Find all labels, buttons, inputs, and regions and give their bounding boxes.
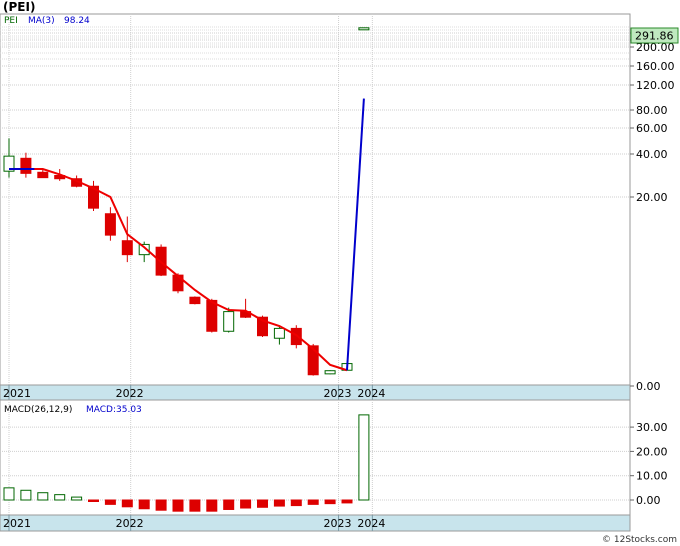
price-legend-symbol: PEI — [4, 16, 18, 26]
price-y-tick-label: 40.00 — [636, 148, 668, 161]
chart-stage: 220.00200.00160.00120.0080.0060.0040.002… — [0, 13, 679, 545]
macd-x-tick-label: 2023 — [324, 517, 352, 530]
macd-date-band — [0, 514, 631, 532]
macd-legend-value: MACD:35.03 — [86, 405, 142, 415]
price-x-tick-label: 2021 — [3, 387, 31, 400]
macd-x-tick-label: 2021 — [3, 517, 31, 530]
macd-x-tick-label: 2022 — [116, 517, 144, 530]
macd-legend-label: MACD(26,12,9) — [4, 405, 72, 415]
macd-bar — [257, 499, 268, 508]
macd-y-tick-label: 30.00 — [636, 421, 668, 434]
candle-body — [273, 327, 285, 339]
price-y-tick-label: 80.00 — [636, 104, 668, 117]
macd-bar — [172, 499, 184, 512]
macd-bar — [290, 499, 302, 507]
candle-body — [223, 311, 235, 332]
macd-panel-frame — [0, 399, 631, 532]
macd-bar — [3, 487, 15, 501]
candle-body — [104, 213, 116, 236]
price-x-tick-label: 2023 — [324, 387, 352, 400]
macd-bar — [189, 499, 201, 512]
macd-bar — [54, 494, 66, 501]
candle-body — [206, 299, 218, 332]
macd-bar — [88, 499, 99, 502]
candle-body — [290, 327, 302, 346]
price-x-tick-label: 2022 — [116, 387, 144, 400]
candle-body — [358, 27, 370, 31]
macd-bar — [358, 414, 370, 501]
macd-bar — [341, 499, 353, 504]
macd-bar — [71, 496, 83, 501]
macd-bar — [20, 489, 32, 501]
candle-body — [189, 296, 201, 305]
macd-bar — [240, 499, 252, 509]
price-y-tick-label: 0.00 — [636, 380, 661, 393]
macd-bar — [104, 499, 116, 505]
macd-bar — [324, 499, 336, 505]
candle-body — [324, 370, 336, 375]
candle-body — [121, 240, 133, 256]
macd-bar — [273, 499, 285, 507]
watermark: © 12Stocks.com — [602, 535, 677, 545]
macd-bar — [223, 499, 235, 510]
macd-y-tick-label: 0.00 — [636, 494, 661, 507]
macd-bar — [155, 499, 167, 511]
price-legend-ma-label: MA(3) — [28, 16, 55, 26]
price-legend-ma-value: 98.24 — [64, 16, 90, 26]
macd-bar — [138, 499, 150, 510]
macd-bar — [121, 499, 133, 508]
macd-x-tick-label: 2024 — [357, 517, 385, 530]
candle-body — [172, 274, 184, 292]
macd-bar — [307, 499, 319, 505]
last-price-label: 291.86 — [635, 30, 674, 43]
candle-body — [20, 157, 32, 174]
price-x-tick-label: 2024 — [357, 387, 385, 400]
macd-y-tick-label: 20.00 — [636, 445, 668, 458]
price-y-tick-label: 160.00 — [636, 60, 675, 73]
macd-bar — [206, 499, 218, 512]
price-y-tick-label: 120.00 — [636, 79, 675, 92]
candle-body — [37, 171, 49, 179]
price-y-tick-label: 60.00 — [636, 122, 668, 135]
macd-y-tick-label: 10.00 — [636, 470, 668, 483]
macd-bar — [37, 492, 49, 501]
macd-y-axis: 30.00 20.00 10.00 0.00 — [630, 421, 668, 507]
price-date-band — [0, 384, 631, 402]
price-y-tick-label: 20.00 — [636, 191, 668, 204]
price-y-axis: 220.00200.00160.00120.0080.0060.0040.002… — [630, 32, 675, 393]
